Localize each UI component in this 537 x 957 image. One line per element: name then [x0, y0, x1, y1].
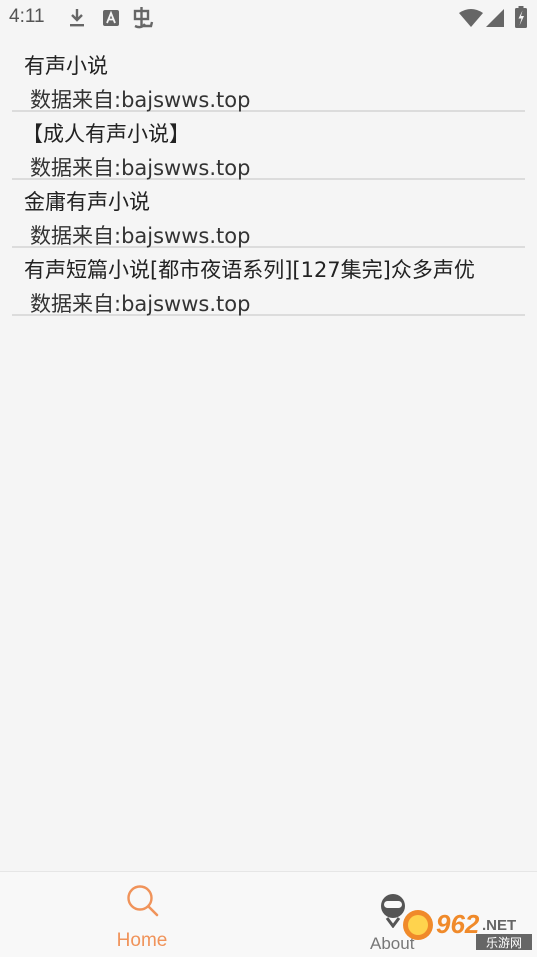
bug-icon: [133, 7, 154, 29]
list-item[interactable]: 【成人有声小说】 数据来自:bajswws.top: [12, 112, 525, 180]
status-time: 4:11: [9, 6, 45, 27]
nav-home-tab[interactable]: Home: [96, 880, 188, 952]
svg-text:.NET: .NET: [482, 917, 516, 934]
item-source: 数据来自:bajswws.top: [30, 292, 251, 316]
signal-icon: [486, 9, 504, 27]
wifi-icon: [459, 9, 483, 27]
battery-charging-icon: [515, 6, 527, 28]
svg-text:962: 962: [436, 909, 480, 939]
list-item[interactable]: 有声小说 数据来自:bajswws.top: [12, 44, 525, 112]
list-item[interactable]: 有声短篇小说[都市夜语系列][127集完]众多声优 数据来自:bajswws.t…: [12, 248, 525, 316]
item-title: 有声小说: [24, 54, 108, 78]
watermark-logo: 962 .NET 乐游网: [400, 903, 535, 953]
text-a-icon: [103, 10, 119, 26]
item-source: 数据来自:bajswws.top: [30, 224, 251, 248]
item-source: 数据来自:bajswws.top: [30, 88, 251, 112]
search-icon: [127, 885, 159, 917]
item-title: 金庸有声小说: [24, 190, 150, 214]
download-icon: [70, 9, 84, 27]
status-bar: 4:11: [0, 0, 537, 36]
item-title: 【成人有声小说】: [22, 122, 190, 146]
audiobook-list: 有声小说 数据来自:bajswws.top 【成人有声小说】 数据来自:bajs…: [12, 44, 525, 316]
nav-home-label: Home: [116, 930, 168, 951]
item-source: 数据来自:bajswws.top: [30, 156, 251, 180]
item-title: 有声短篇小说[都市夜语系列][127集完]众多声优: [24, 258, 475, 282]
list-item[interactable]: 金庸有声小说 数据来自:bajswws.top: [12, 180, 525, 248]
svg-text:乐游网: 乐游网: [486, 936, 522, 950]
